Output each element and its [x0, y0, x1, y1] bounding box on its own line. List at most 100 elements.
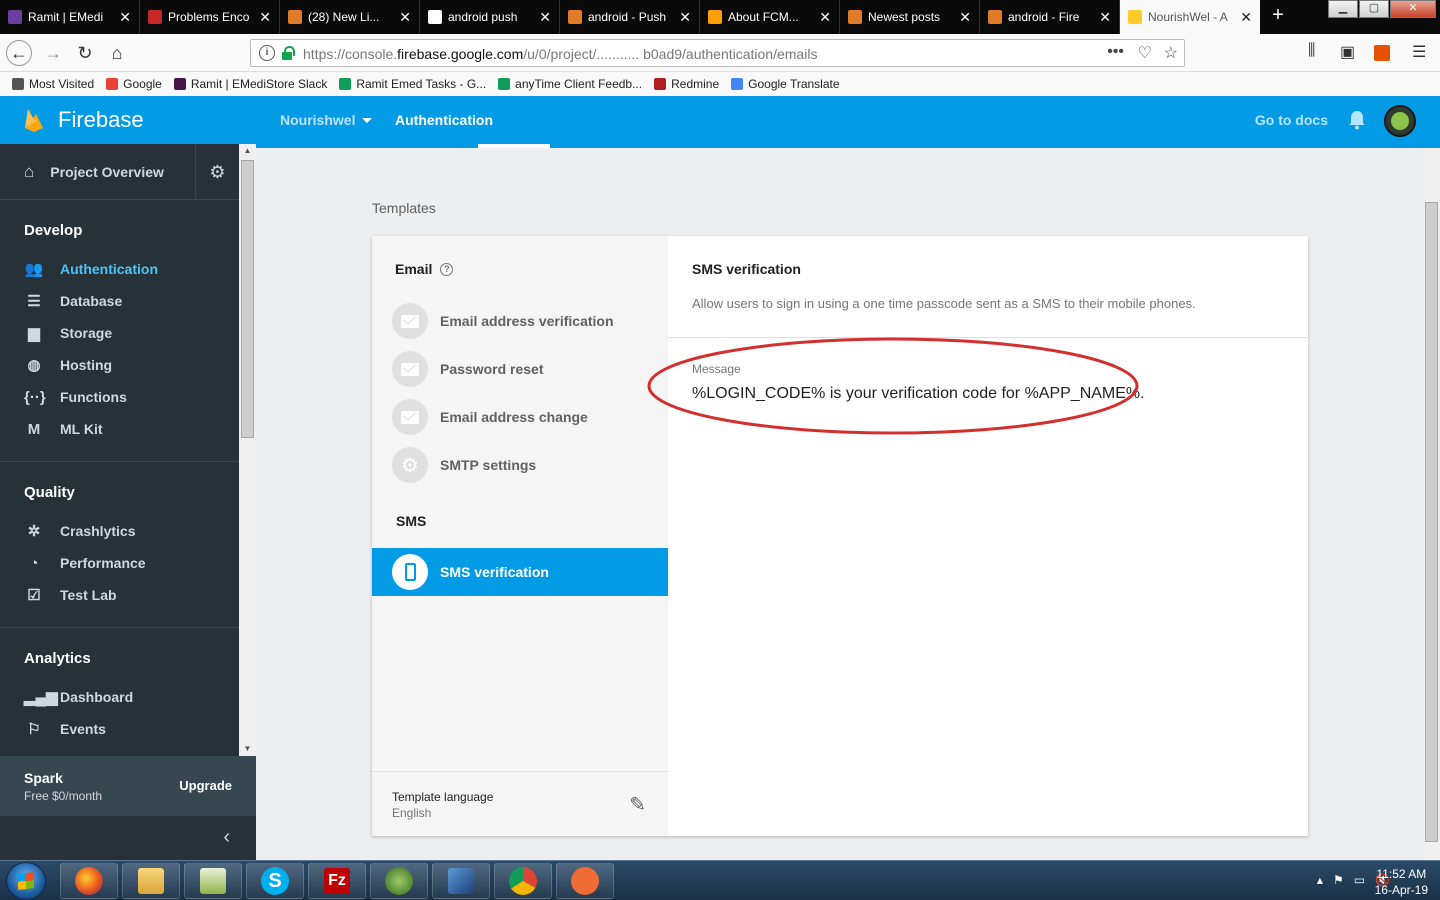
upgrade-button[interactable]: Upgrade: [179, 778, 232, 793]
sidebar-item-database[interactable]: ☰ Database: [0, 285, 239, 317]
close-tab-icon[interactable]: ✕: [819, 9, 831, 26]
taskbar-filezilla[interactable]: Fz: [308, 863, 366, 899]
browser-tab[interactable]: android - Fire ✕: [980, 0, 1120, 34]
bookmark-item[interactable]: Redmine: [654, 77, 719, 91]
sidebar-scroll-thumb[interactable]: [241, 160, 254, 438]
browser-tab[interactable]: Ramit | EMedi ✕: [0, 0, 140, 34]
sidebar-item-ml-kit[interactable]: M ML Kit: [0, 413, 239, 445]
url-bar[interactable]: i https://console.firebase.google.com/u/…: [250, 39, 1185, 67]
template-icon-circle: [392, 303, 428, 339]
close-window-button[interactable]: ✕: [1390, 0, 1436, 18]
browser-tab[interactable]: (28) New Li... ✕: [280, 0, 420, 34]
bookmark-item[interactable]: Google: [106, 77, 162, 91]
close-tab-icon[interactable]: ✕: [259, 9, 271, 26]
sidebar-section-title: Quality: [24, 484, 75, 501]
close-tab-icon[interactable]: ✕: [1240, 9, 1252, 26]
browser-tab[interactable]: android - Push ✕: [560, 0, 700, 34]
template-email-address-verification[interactable]: Email address verification: [392, 303, 614, 339]
caret-down-icon[interactable]: [362, 118, 372, 123]
tray-expand-icon[interactable]: ▴: [1317, 873, 1323, 887]
main-scroll-thumb[interactable]: [1425, 202, 1438, 842]
close-tab-icon[interactable]: ✕: [399, 9, 411, 26]
sidebar-item-hosting[interactable]: ◍ Hosting: [0, 349, 239, 381]
maximize-button[interactable]: ▢: [1359, 0, 1389, 18]
close-tab-icon[interactable]: ✕: [959, 9, 971, 26]
taskbar-notepad[interactable]: [184, 863, 242, 899]
taskbar-firefox[interactable]: [60, 863, 118, 899]
taskbar-postman[interactable]: [556, 863, 614, 899]
scroll-up-arrow-icon[interactable]: ▲: [239, 144, 256, 158]
taskbar-skype[interactable]: S: [246, 863, 304, 899]
library-icon[interactable]: ⫼: [1308, 42, 1315, 60]
tab-authentication[interactable]: Authentication: [395, 112, 493, 128]
sidebar-item-dashboard[interactable]: ▂▄▆ Dashboard: [0, 681, 239, 713]
close-tab-icon[interactable]: ✕: [679, 9, 691, 26]
template-sms-verification[interactable]: SMS verification: [372, 548, 668, 596]
skype-icon: S: [261, 867, 289, 895]
close-tab-icon[interactable]: ✕: [539, 9, 551, 26]
action-center-flag-icon[interactable]: ⚑: [1333, 873, 1344, 887]
bookmark-item[interactable]: Most Visited: [12, 77, 94, 91]
project-overview-item[interactable]: ⌂ Project Overview ⚙: [0, 144, 239, 200]
bookmark-item[interactable]: anyTime Client Feedb...: [498, 77, 642, 91]
settings-gear-icon[interactable]: ⚙: [195, 144, 239, 200]
home-button[interactable]: ⌂: [104, 40, 130, 66]
help-icon[interactable]: ?: [440, 262, 454, 276]
sidebar-item-authentication[interactable]: 👥 Authentication: [0, 253, 239, 285]
main-scrollbar[interactable]: [1423, 148, 1440, 860]
close-tab-icon[interactable]: ✕: [1099, 9, 1111, 26]
notifications-bell-icon[interactable]: [1348, 110, 1366, 130]
go-to-docs-link[interactable]: Go to docs: [1255, 112, 1328, 128]
taskbar-chrome[interactable]: [494, 863, 552, 899]
bookmark-item[interactable]: Ramit | EMediStore Slack: [173, 77, 327, 91]
page-actions-icon[interactable]: •••: [1107, 43, 1124, 61]
sidebar-item-crashlytics[interactable]: ✲ Crashlytics: [0, 515, 239, 547]
sidebar-scrollbar[interactable]: ▲ ▼: [239, 144, 256, 756]
browser-tab[interactable]: Problems Enco ✕: [140, 0, 280, 34]
browser-tab[interactable]: android push ✕: [420, 0, 560, 34]
taskbar-network-tool[interactable]: [432, 863, 490, 899]
browser-tab[interactable]: NourishWel - A ✕: [1120, 0, 1260, 34]
template-label: SMTP settings: [440, 457, 537, 473]
pocket-icon[interactable]: ♡: [1138, 43, 1152, 63]
sidebar-item-label: ML Kit: [60, 421, 103, 437]
sidebar-item-functions[interactable]: {··} Functions: [0, 381, 239, 413]
tab-title: android push: [448, 10, 518, 24]
reload-button[interactable]: ↻: [72, 40, 98, 66]
browser-tab[interactable]: About FCM... ✕: [700, 0, 840, 34]
url-text[interactable]: https://console.firebase.google.com/u/0/…: [303, 46, 817, 62]
template-smtp-settings[interactable]: ⚙ SMTP settings: [392, 447, 536, 483]
sidebar-item-label: Crashlytics: [60, 523, 136, 539]
template-language: Template language English ✎: [372, 771, 668, 836]
close-tab-icon[interactable]: ✕: [119, 9, 131, 26]
scroll-down-arrow-icon[interactable]: ▼: [239, 742, 256, 756]
sidebar-item-storage[interactable]: ▆ Storage: [0, 317, 239, 349]
back-button[interactable]: ←: [6, 40, 32, 66]
menu-icon[interactable]: ☰: [1412, 42, 1426, 62]
taskbar-android-studio[interactable]: [370, 863, 428, 899]
minimize-button[interactable]: ▁: [1328, 0, 1358, 18]
network-tray-icon[interactable]: ▭: [1354, 873, 1365, 887]
taskbar-explorer[interactable]: [122, 863, 180, 899]
user-avatar[interactable]: [1384, 105, 1416, 137]
collapse-sidebar-button[interactable]: ‹: [0, 816, 256, 860]
edit-pencil-icon[interactable]: ✎: [629, 792, 646, 817]
start-button[interactable]: [6, 862, 46, 900]
forward-button[interactable]: →: [40, 40, 66, 66]
sidebar-toggle-icon[interactable]: ▣: [1340, 42, 1355, 62]
bookmark-star-icon[interactable]: ☆: [1164, 43, 1178, 63]
bookmark-item[interactable]: Google Translate: [731, 77, 840, 91]
system-clock[interactable]: 11:52 AM 16-Apr-19: [1375, 866, 1428, 898]
firebase-brand[interactable]: Firebase: [0, 96, 256, 144]
browser-tab[interactable]: Newest posts ✕: [840, 0, 980, 34]
site-info-icon[interactable]: i: [259, 45, 275, 61]
template-email-address-change[interactable]: Email address change: [392, 399, 588, 435]
new-tab-button[interactable]: +: [1266, 4, 1290, 27]
project-selector[interactable]: Nourishwel: [280, 112, 355, 128]
sidebar-item-performance[interactable]: ◔ Performance: [0, 547, 239, 579]
bookmark-item[interactable]: Ramit Emed Tasks - G...: [339, 77, 486, 91]
sidebar-item-events[interactable]: ⚐ Events: [0, 713, 239, 745]
template-password-reset[interactable]: Password reset: [392, 351, 544, 387]
sidebar-item-test-lab[interactable]: ☑ Test Lab: [0, 579, 239, 611]
extension-icon[interactable]: [1374, 45, 1390, 61]
